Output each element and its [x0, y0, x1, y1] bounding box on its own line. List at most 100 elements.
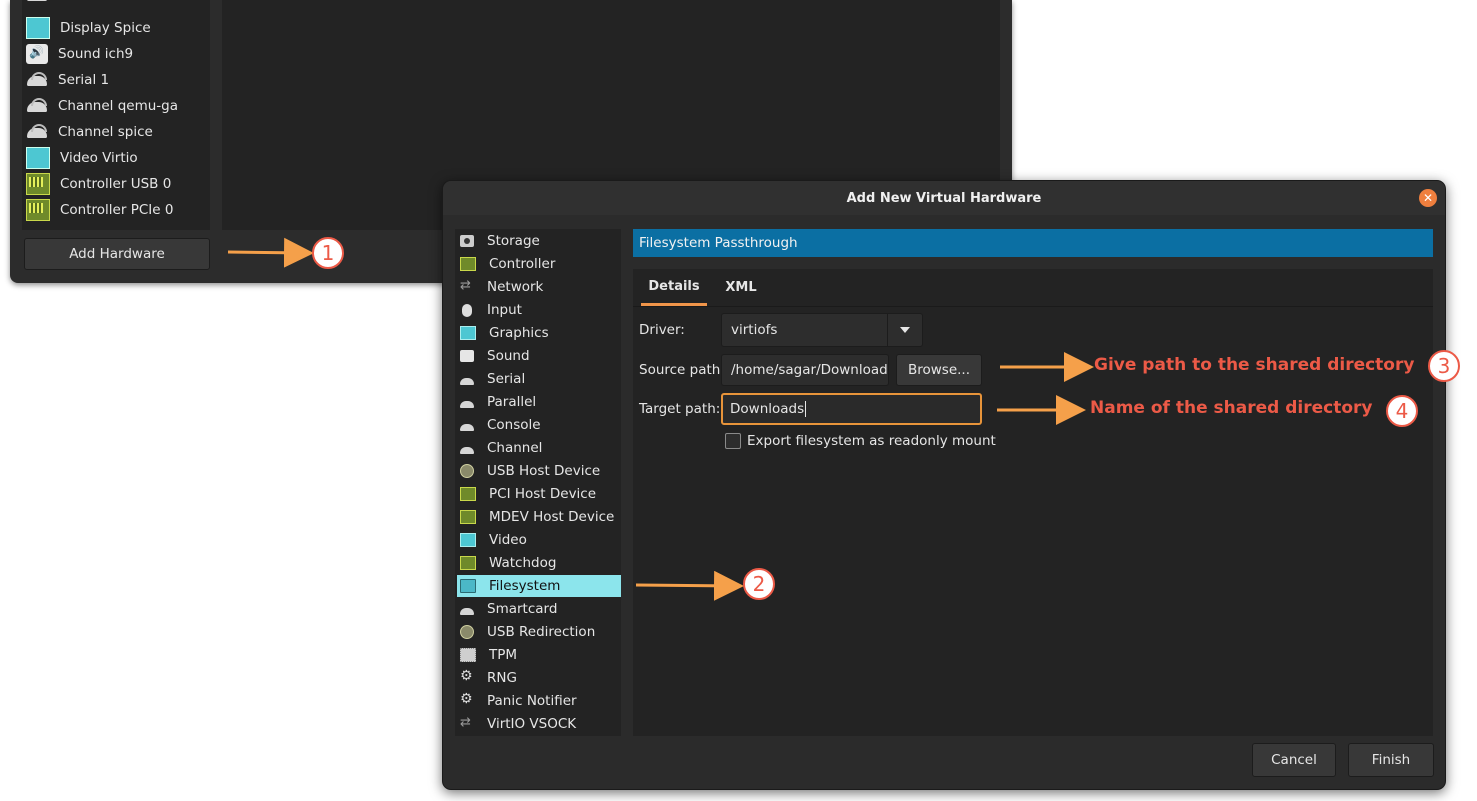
readonly-checkbox-label: Export filesystem as readonly mount: [747, 433, 996, 449]
hardware-item-label: Channel: [487, 440, 543, 456]
device-list: Display Spice Sound ich9 Serial 1 Channe…: [22, 0, 210, 230]
hardware-item-pci-host-device[interactable]: PCI Host Device: [457, 483, 621, 505]
hardware-item-label: Watchdog: [489, 555, 557, 571]
target-path-value: Downloads: [730, 401, 805, 417]
serial-plug-icon: [26, 96, 48, 116]
chevron-down-icon[interactable]: [887, 314, 922, 346]
hardware-item-label: MDEV Host Device: [489, 509, 615, 525]
hardware-item-serial[interactable]: Serial: [457, 368, 621, 390]
dialog-titlebar[interactable]: Add New Virtual Hardware ✕: [443, 181, 1445, 215]
hardware-item-label: Network: [487, 279, 544, 295]
hardware-item-video[interactable]: Video: [457, 529, 621, 551]
readonly-checkbox[interactable]: [725, 433, 741, 449]
target-path-input[interactable]: Downloads: [721, 393, 982, 425]
pci-card-icon: [460, 487, 476, 501]
pci-card-icon: [26, 173, 50, 195]
hardware-item-filesystem[interactable]: Filesystem: [457, 575, 621, 597]
add-hardware-button[interactable]: Add Hardware: [24, 238, 210, 270]
pci-card-icon: [460, 510, 476, 524]
pci-card-icon: [460, 556, 476, 570]
source-path-value: /home/sagar/Downloads: [731, 362, 889, 378]
gear-icon: [460, 691, 474, 707]
hardware-item-usb-redirection[interactable]: USB Redirection: [457, 621, 621, 643]
hardware-item-label: Controller: [489, 256, 556, 272]
cancel-button[interactable]: Cancel: [1252, 743, 1336, 777]
finish-button[interactable]: Finish: [1348, 743, 1434, 777]
hardware-item-storage[interactable]: Storage: [457, 230, 621, 252]
hardware-item-label: VirtIO VSOCK: [487, 716, 577, 732]
source-path-input[interactable]: /home/sagar/Downloads: [721, 354, 889, 386]
hardware-type-list: Storage Controller Network Input Graphic…: [455, 229, 621, 736]
hardware-item-label: Video: [489, 532, 527, 548]
step-badge-2: 2: [743, 568, 775, 600]
disk-icon: [460, 235, 474, 247]
browse-button[interactable]: Browse...: [896, 354, 982, 386]
hardware-item-usb-host-device[interactable]: USB Host Device: [457, 460, 621, 482]
list-item[interactable]: Controller PCIe 0: [22, 197, 210, 223]
tab-xml[interactable]: XML: [719, 269, 763, 305]
list-item[interactable]: Display Spice: [22, 15, 210, 41]
hardware-item-label: USB Host Device: [487, 463, 601, 479]
hardware-item-label: Console: [487, 417, 541, 433]
driver-label: Driver:: [639, 322, 685, 338]
annotation-source-path: Give path to the shared directory: [1094, 355, 1415, 375]
list-item-label: Controller PCIe 0: [60, 202, 174, 218]
list-item[interactable]: Serial 1: [22, 67, 210, 93]
speaker-icon: [460, 350, 474, 362]
driver-value: virtiofs: [731, 322, 778, 338]
list-item[interactable]: Channel qemu-ga: [22, 93, 210, 119]
list-item[interactable]: Channel spice: [22, 119, 210, 145]
list-item[interactable]: Sound ich9: [22, 41, 210, 67]
hardware-item-console[interactable]: Console: [457, 414, 621, 436]
serial-plug-icon: [26, 70, 48, 90]
hardware-item-label: Parallel: [487, 394, 537, 410]
hardware-item-label: USB Redirection: [487, 624, 596, 640]
list-item[interactable]: Video Virtio: [22, 145, 210, 171]
tab-details[interactable]: Details: [641, 269, 707, 306]
list-item-label: Serial 1: [58, 72, 110, 88]
serial-plug-icon: [460, 396, 474, 408]
hardware-item-smartcard[interactable]: Smartcard: [457, 598, 621, 620]
hardware-item-channel[interactable]: Channel: [457, 437, 621, 459]
display-icon: [460, 533, 476, 547]
list-item-label: Channel spice: [58, 124, 153, 140]
hardware-item-input[interactable]: Input: [457, 299, 621, 321]
hardware-item-network[interactable]: Network: [457, 276, 621, 298]
serial-plug-icon: [460, 442, 474, 454]
display-icon: [460, 326, 476, 340]
annotation-target-path: Name of the shared directory: [1090, 398, 1373, 418]
step-badge-3: 3: [1428, 350, 1460, 382]
hardware-item-virtio-vsock[interactable]: VirtIO VSOCK: [457, 713, 621, 735]
config-notebook: Details XML Driver: virtiofs Source path…: [633, 269, 1433, 736]
hardware-item-label: PCI Host Device: [489, 486, 597, 502]
hardware-item-label: Graphics: [489, 325, 549, 341]
list-item-label: Sound ich9: [58, 46, 134, 62]
usb-icon: [460, 464, 474, 478]
readonly-checkbox-row[interactable]: Export filesystem as readonly mount: [725, 433, 996, 449]
hardware-item-controller[interactable]: Controller: [457, 253, 621, 275]
display-icon: [26, 147, 50, 169]
list-item[interactable]: Controller USB 0: [22, 171, 210, 197]
hardware-item-rng[interactable]: RNG: [457, 667, 621, 689]
hardware-item-label: RNG: [487, 670, 517, 686]
list-item-partial[interactable]: [22, 0, 210, 8]
folder-icon: [460, 579, 476, 593]
hardware-item-mdev-host-device[interactable]: MDEV Host Device: [457, 506, 621, 528]
serial-plug-icon: [26, 0, 48, 5]
target-path-label: Target path:: [639, 401, 721, 417]
driver-select[interactable]: virtiofs: [721, 313, 923, 347]
hardware-item-tpm[interactable]: TPM: [457, 644, 621, 666]
hardware-item-sound[interactable]: Sound: [457, 345, 621, 367]
hardware-item-label: TPM: [489, 647, 518, 663]
display-icon: [26, 17, 50, 39]
add-hardware-dialog: Add New Virtual Hardware ✕ Storage Contr…: [442, 180, 1446, 790]
list-item-label: Controller USB 0: [60, 176, 172, 192]
list-item-label: Channel qemu-ga: [58, 98, 179, 114]
hardware-item-parallel[interactable]: Parallel: [457, 391, 621, 413]
hardware-item-watchdog[interactable]: Watchdog: [457, 552, 621, 574]
hardware-item-graphics[interactable]: Graphics: [457, 322, 621, 344]
page-title: Filesystem Passthrough: [633, 229, 1433, 257]
hardware-item-panic-notifier[interactable]: Panic Notifier: [457, 690, 621, 712]
hardware-item-label: Storage: [487, 233, 540, 249]
close-icon[interactable]: ✕: [1419, 189, 1437, 207]
